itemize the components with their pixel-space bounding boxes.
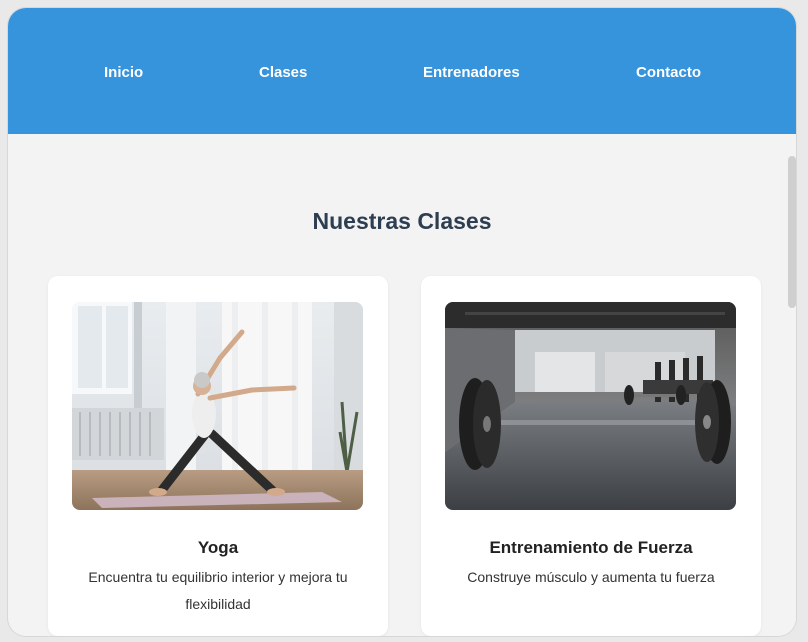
strength-training-image: [445, 302, 736, 510]
class-card-fuerza[interactable]: Entrenamiento de Fuerza Construye múscul…: [421, 276, 761, 636]
yoga-image: [72, 302, 363, 510]
scrollbar-thumb[interactable]: [788, 156, 796, 308]
nav-link-entrenadores[interactable]: Entrenadores: [423, 64, 520, 81]
class-card-yoga[interactable]: Yoga Encuentra tu equilibrio interior y …: [48, 276, 388, 636]
nav-link-clases[interactable]: Clases: [259, 64, 307, 81]
nav-link-contacto[interactable]: Contacto: [636, 64, 701, 81]
nav-link-inicio[interactable]: Inicio: [104, 64, 143, 81]
card-description: Construye músculo y aumenta tu fuerza: [467, 569, 715, 585]
card-title: Yoga: [197, 538, 239, 557]
browser-viewport: Inicio Clases Entrenadores Contacto Nues…: [8, 8, 796, 636]
card-description: Encuentra tu equilibrio interior y mejor…: [88, 569, 348, 612]
top-navbar: Inicio Clases Entrenadores Contacto: [8, 8, 796, 134]
card-title: Entrenamiento de Fuerza: [489, 538, 693, 557]
section-title: Nuestras Clases: [312, 208, 492, 234]
